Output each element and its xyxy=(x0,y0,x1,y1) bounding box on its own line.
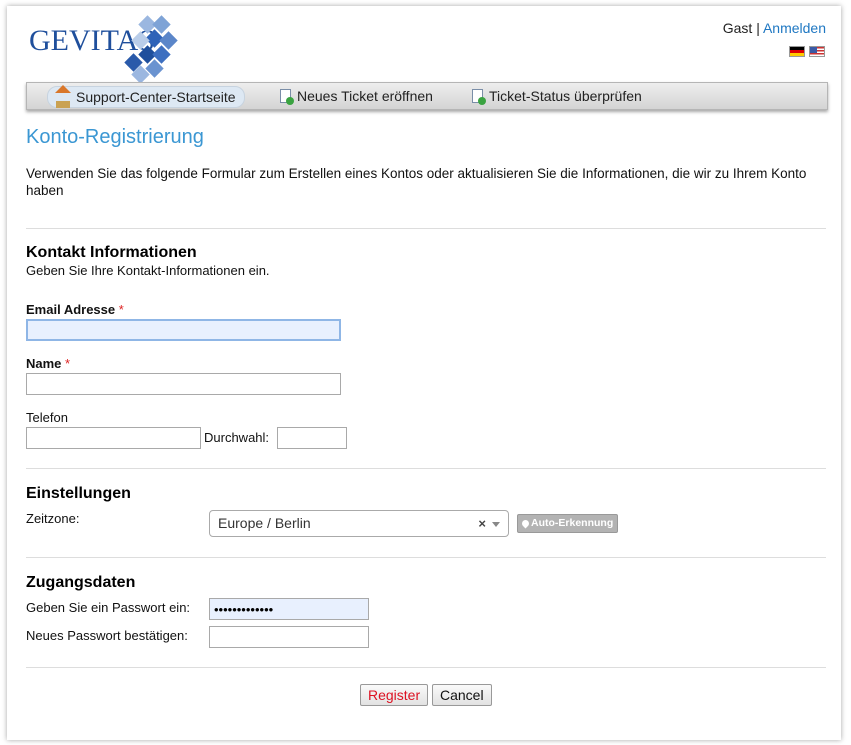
page-title: Konto-Registrierung xyxy=(26,126,204,148)
password-field[interactable] xyxy=(209,598,369,620)
register-button[interactable]: Register xyxy=(360,684,429,706)
phone-field[interactable] xyxy=(26,427,201,449)
main-nav: Support-Center-Startseite Neues Ticket e… xyxy=(26,82,828,110)
access-section-title: Zugangsdaten xyxy=(26,574,136,591)
divider xyxy=(26,557,826,558)
email-label-text: Email Adresse xyxy=(26,302,116,317)
clear-icon[interactable]: × xyxy=(478,511,486,536)
contact-section-title: Kontakt Informationen xyxy=(26,244,197,261)
auto-detect-label: Auto-Erkennung xyxy=(531,517,614,529)
us-flag-icon[interactable] xyxy=(809,46,825,57)
divider xyxy=(26,228,826,229)
chevron-down-icon[interactable] xyxy=(492,522,500,527)
nav-home-label: Support-Center-Startseite xyxy=(76,89,236,105)
divider xyxy=(26,468,826,469)
contact-section-subtitle: Geben Sie Ihre Kontakt-Informationen ein… xyxy=(26,263,270,278)
cancel-button[interactable]: Cancel xyxy=(432,684,492,706)
required-mark: * xyxy=(118,302,124,317)
user-links-separator: | xyxy=(756,20,760,36)
nav-new-ticket-label: Neues Ticket eröffnen xyxy=(297,88,433,104)
nav-ticket-status-label: Ticket-Status überprüfen xyxy=(489,88,642,104)
email-label: Email Adresse * xyxy=(26,302,124,317)
nav-new-ticket[interactable]: Neues Ticket eröffnen xyxy=(272,86,441,106)
language-flags xyxy=(789,46,825,57)
de-flag-icon[interactable] xyxy=(789,46,805,57)
divider xyxy=(26,667,826,668)
home-icon xyxy=(55,84,71,108)
confirm-password-field[interactable] xyxy=(209,626,369,648)
user-links: Gast | Anmelden xyxy=(723,20,826,36)
extension-label: Durchwahl: xyxy=(204,430,270,445)
required-mark: * xyxy=(65,356,71,371)
name-label-text: Name xyxy=(26,356,62,371)
timezone-label: Zeitzone: xyxy=(26,511,80,526)
email-field[interactable] xyxy=(26,319,341,341)
ticket-status-icon xyxy=(472,89,486,105)
page-intro: Verwenden Sie das folgende Formular zum … xyxy=(26,166,807,198)
auto-detect-button[interactable]: Auto-Erkennung xyxy=(517,514,619,533)
confirm-password-label: Neues Passwort bestätigen: xyxy=(26,628,188,643)
new-ticket-icon xyxy=(280,89,294,105)
settings-section-title: Einstellungen xyxy=(26,485,131,502)
timezone-value: Europe / Berlin xyxy=(218,515,311,531)
map-pin-icon xyxy=(520,518,531,529)
gevitas-logo[interactable]: GEVITAS xyxy=(29,12,178,84)
name-field[interactable] xyxy=(26,373,341,395)
name-label: Name * xyxy=(26,356,70,371)
timezone-select[interactable]: Europe / Berlin × xyxy=(209,510,509,537)
page-container: GEVITAS Gast | Anmelden Support-Center-S… xyxy=(7,6,841,740)
extension-field[interactable] xyxy=(277,427,347,449)
login-link[interactable]: Anmelden xyxy=(763,20,826,36)
nav-ticket-status[interactable]: Ticket-Status überprüfen xyxy=(464,86,650,106)
phone-label: Telefon xyxy=(26,410,68,425)
guest-label: Gast xyxy=(722,20,753,36)
password-label: Geben Sie ein Passwort ein: xyxy=(26,600,191,615)
nav-home[interactable]: Support-Center-Startseite xyxy=(47,84,245,108)
